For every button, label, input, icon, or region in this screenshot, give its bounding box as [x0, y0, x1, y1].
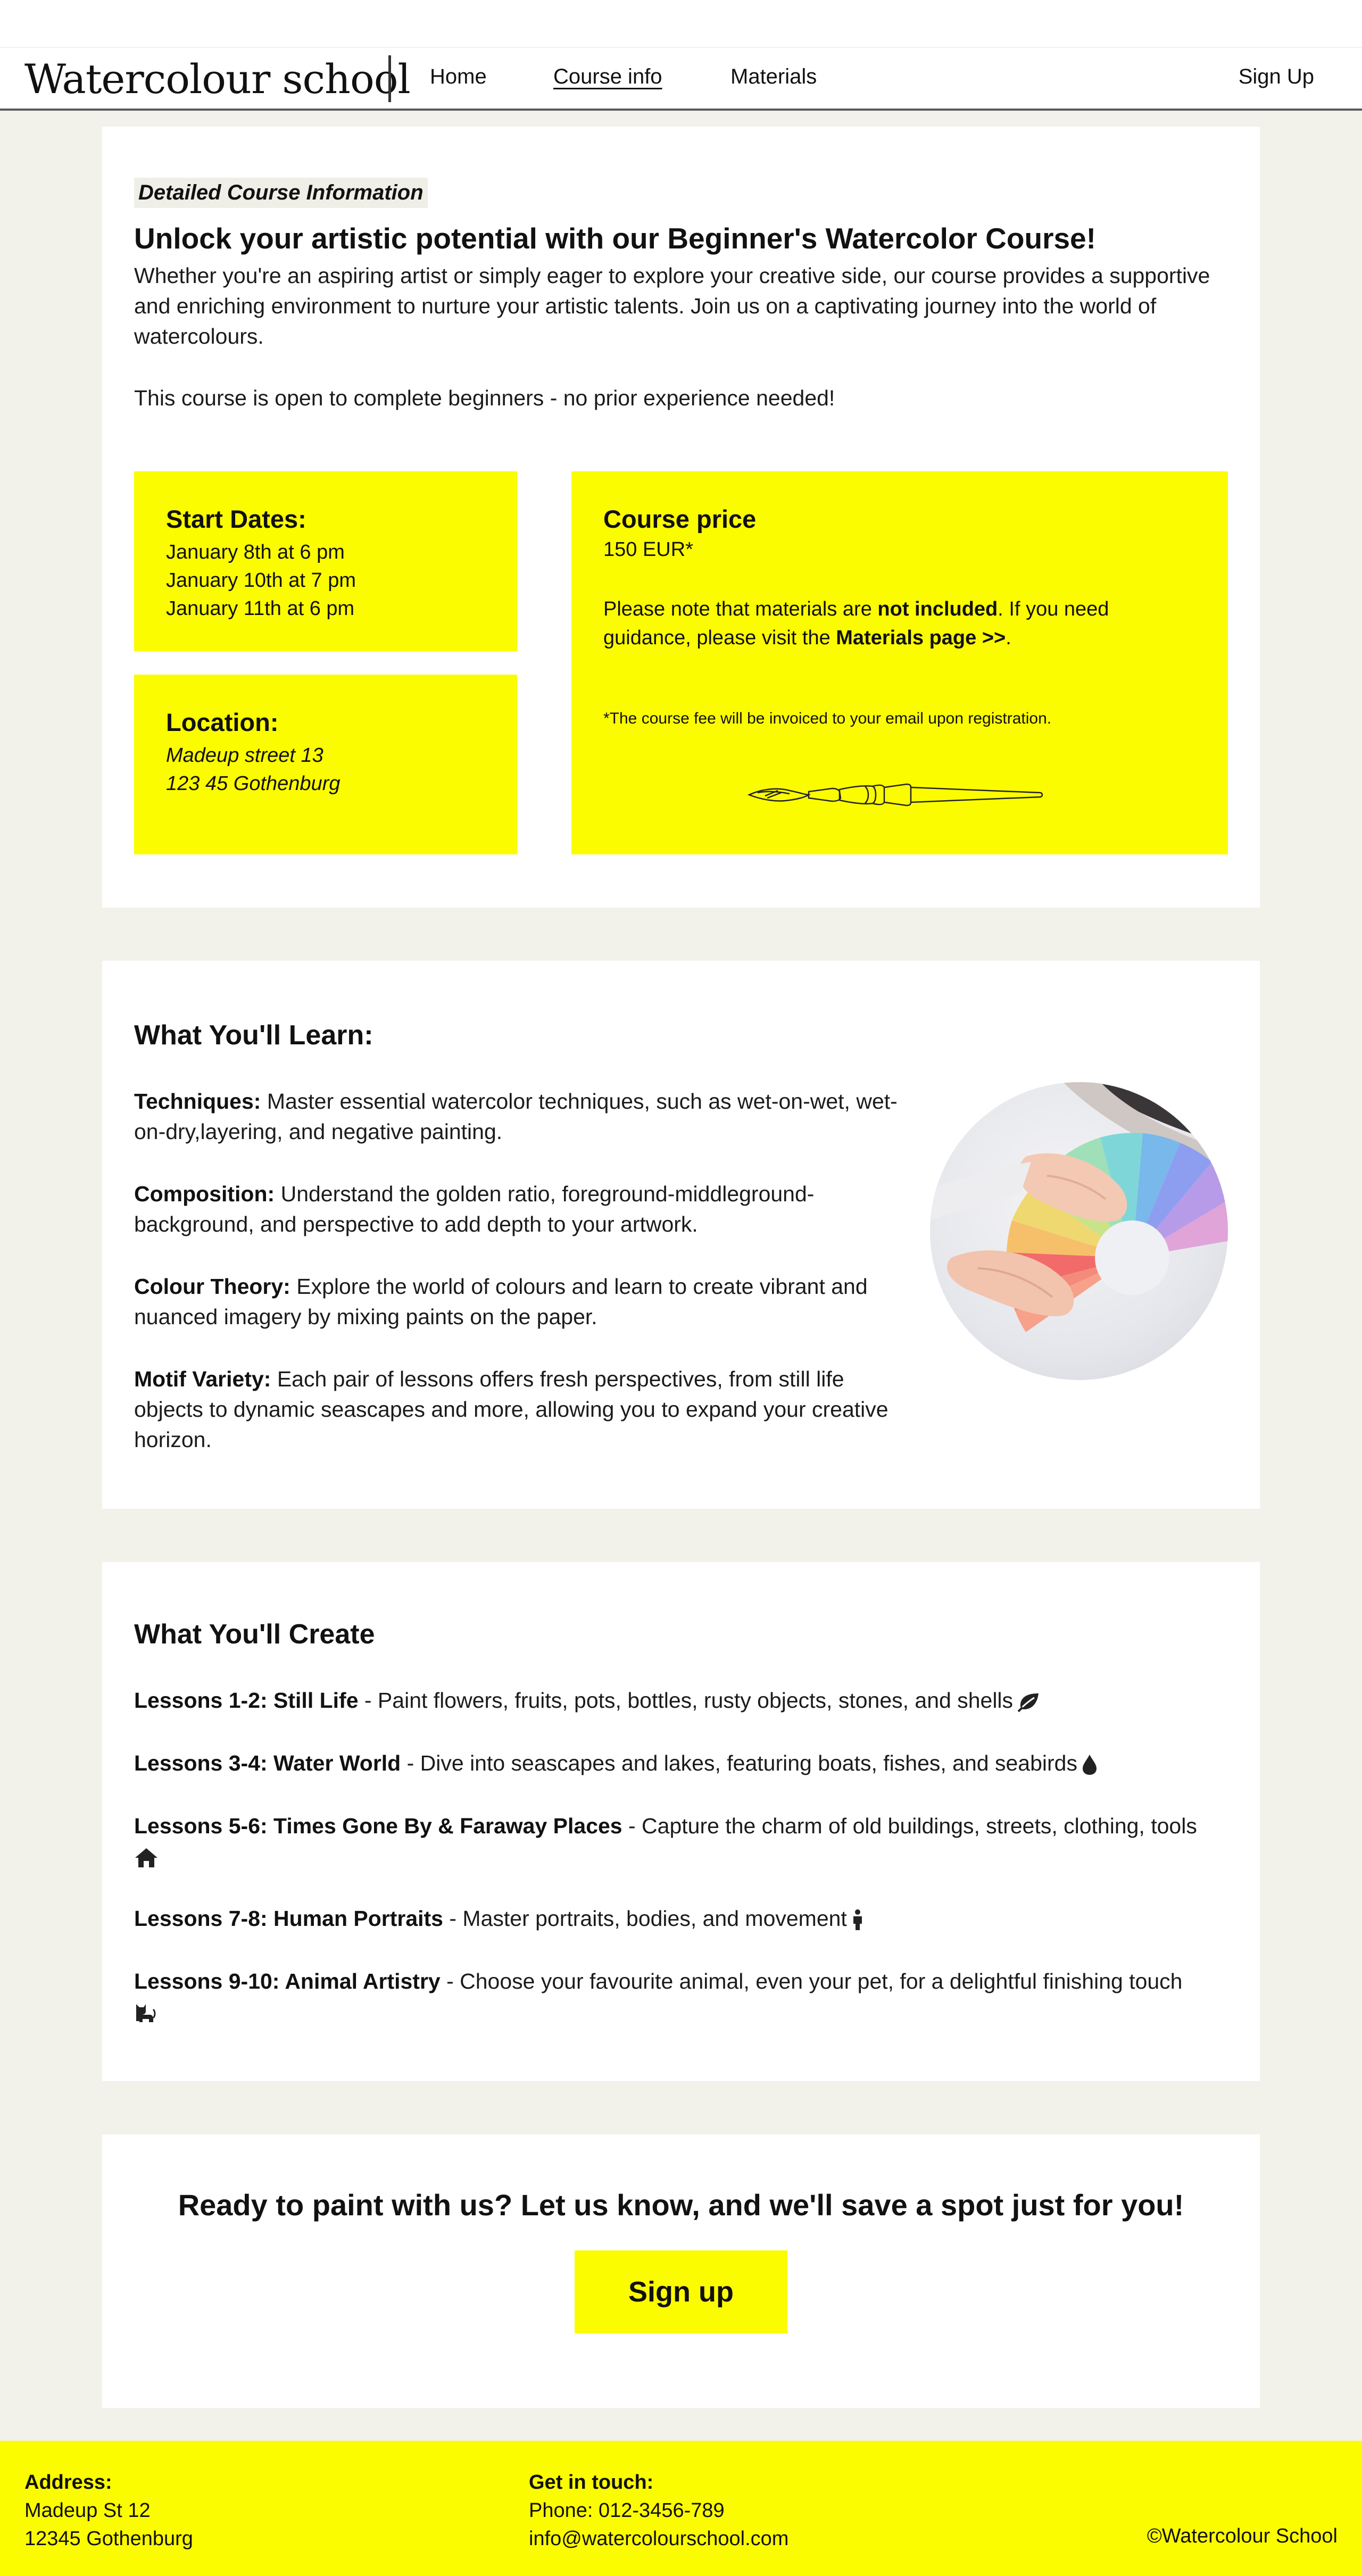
not-included-text: not included — [877, 598, 998, 620]
start-dates-box: Start Dates: January 8th at 6 pm January… — [134, 471, 517, 651]
footer-contact-title: Get in touch: — [529, 2471, 654, 2494]
house-icon — [135, 1848, 157, 1868]
lesson-text: - Paint flowers, fruits, pots, bottles, … — [358, 1688, 1014, 1713]
materials-note: Please note that materials are not inclu… — [603, 595, 1199, 652]
footer-email-link[interactable]: info@watercolourschool.com — [529, 2525, 788, 2553]
colour-wheel-photo — [930, 1082, 1228, 1380]
lesson-item-water-world: Lessons 3-4: Water World - Dive into sea… — [134, 1748, 1230, 1779]
footer-address-title: Address: — [24, 2471, 112, 2494]
location-city: 123 45 Gothenburg — [166, 772, 340, 795]
nav-signup-link[interactable]: Sign Up — [1239, 65, 1314, 89]
lesson-label: Lessons 1-2: Still Life — [134, 1688, 359, 1713]
paintbrush-icon — [747, 783, 1043, 807]
course-price-value: 150 EUR* — [603, 538, 693, 561]
nav-divider — [388, 55, 391, 102]
learn-title: What You'll Learn: — [134, 1020, 373, 1051]
learn-item-colour-theory: Colour Theory: Explore the world of colo… — [134, 1272, 900, 1332]
footer-copyright: ©Watercolour School — [1147, 2525, 1338, 2547]
location-box: Location: Madeup street 13 123 45 Gothen… — [134, 675, 517, 854]
footer-phone: Phone: 012-3456-789 — [529, 2499, 725, 2522]
leaf-icon — [1017, 1693, 1039, 1713]
lesson-label: Lessons 7-8: Human Portraits — [134, 1906, 443, 1931]
nav-course-info-link[interactable]: Course info — [553, 65, 662, 89]
location-address: Madeup street 13 123 45 Gothenburg — [166, 742, 340, 798]
lesson-label: Lessons 5-6: Times Gone By & Faraway Pla… — [134, 1814, 622, 1838]
site-footer: Address: Madeup St 12 12345 Gothenburg G… — [0, 2441, 1362, 2576]
lesson-item-animal-artistry: Lessons 9-10: Animal Artistry - Choose y… — [134, 1966, 1230, 2027]
course-eyebrow: Detailed Course Information — [134, 178, 428, 208]
footer-address-city: 12345 Gothenburg — [24, 2528, 193, 2550]
course-price-title: Course price — [603, 505, 757, 533]
materials-note-text: Please note that materials are — [603, 598, 878, 620]
start-date-item: January 8th at 6 pm — [166, 541, 345, 563]
create-card: What You'll Create Lessons 1-2: Still Li… — [102, 1562, 1260, 2081]
course-price-box: Course price 150 EUR* Please note that m… — [571, 471, 1228, 854]
learn-item-label: Techniques: — [134, 1089, 261, 1114]
location-street: Madeup street 13 — [166, 744, 323, 767]
cta-card: Ready to paint with us? Let us know, and… — [102, 2134, 1260, 2408]
materials-note-end: . — [1006, 627, 1011, 649]
learn-item-composition: Composition: Understand the golden ratio… — [134, 1179, 900, 1240]
lesson-text: - Dive into seascapes and lakes, featuri… — [401, 1751, 1077, 1775]
footer-address: Address: Madeup St 12 12345 Gothenburg — [24, 2469, 193, 2553]
lesson-text: - Choose your favourite animal, even you… — [440, 1969, 1183, 1993]
learn-item-label: Motif Variety: — [134, 1367, 271, 1391]
start-date-item: January 11th at 6 pm — [166, 597, 355, 620]
start-dates-title: Start Dates: — [166, 505, 306, 533]
top-navigation: Watercolour school Home Course info Mate… — [0, 48, 1362, 111]
nav-home-link[interactable]: Home — [430, 65, 487, 89]
learn-item-label: Colour Theory: — [134, 1274, 290, 1299]
location-title: Location: — [166, 708, 279, 736]
lesson-text: - Master portraits, bodies, and movement — [443, 1906, 847, 1931]
person-icon — [853, 1909, 862, 1931]
top-strip — [0, 0, 1362, 48]
lesson-item-times-gone-by: Lessons 5-6: Times Gone By & Faraway Pla… — [134, 1811, 1230, 1872]
nav-materials-link[interactable]: Materials — [730, 65, 817, 89]
lesson-text: - Capture the charm of old buildings, st… — [622, 1814, 1197, 1838]
invoice-footnote: *The course fee will be invoiced to your… — [603, 710, 1052, 727]
start-date-item: January 10th at 7 pm — [166, 569, 356, 592]
droplet-icon — [1082, 1755, 1097, 1775]
lesson-item-human-portraits: Lessons 7-8: Human Portraits - Master po… — [134, 1904, 1230, 1934]
footer-address-street: Madeup St 12 — [24, 2499, 151, 2522]
signup-button[interactable]: Sign up — [575, 2250, 787, 2333]
cta-text: Ready to paint with us? Let us know, and… — [178, 2188, 1184, 2222]
start-dates-list: January 8th at 6 pm January 10th at 7 pm… — [166, 538, 356, 623]
materials-page-link[interactable]: Materials page >> — [836, 627, 1006, 649]
footer-contact: Get in touch: Phone: 012-3456-789 info@w… — [529, 2469, 788, 2553]
learn-item-motif-variety: Motif Variety: Each pair of lessons offe… — [134, 1364, 900, 1455]
create-title: What You'll Create — [134, 1619, 375, 1650]
learn-card: What You'll Learn: Techniques: Master es… — [102, 961, 1260, 1509]
course-heading: Unlock your artistic potential with our … — [134, 222, 1096, 255]
course-intro: Whether you're an aspiring artist or sim… — [134, 263, 1210, 348]
course-info-card: Detailed Course Information Unlock your … — [102, 127, 1260, 908]
lesson-label: Lessons 3-4: Water World — [134, 1751, 401, 1775]
cat-icon — [136, 2004, 156, 2023]
lesson-item-still-life: Lessons 1-2: Still Life - Paint flowers,… — [134, 1685, 1230, 1716]
lesson-label: Lessons 9-10: Animal Artistry — [134, 1969, 441, 1993]
learn-item-techniques: Techniques: Master essential watercolor … — [134, 1086, 900, 1147]
course-beginners-note: This course is open to complete beginner… — [134, 386, 835, 410]
learn-item-label: Composition: — [134, 1182, 275, 1206]
site-logo[interactable]: Watercolour school — [24, 55, 411, 103]
